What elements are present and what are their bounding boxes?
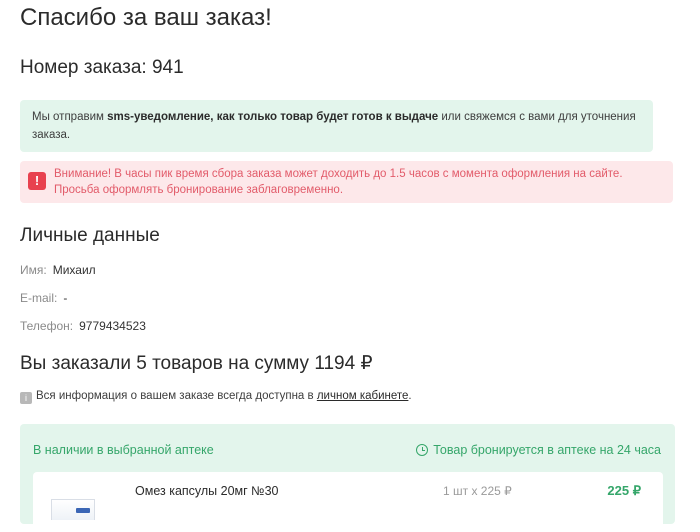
notice-text-before: Мы отправим <box>32 111 108 123</box>
product-name[interactable]: Омез капсулы 20мг №30 <box>135 484 278 498</box>
personal-account-link[interactable]: личном кабинете <box>317 390 409 402</box>
account-info-line: i Вся информация о вашем заказе всегда до… <box>20 390 412 404</box>
account-info-text: Вся информация о вашем заказе всегда дос… <box>36 390 317 402</box>
email-field: E-mail: - <box>20 291 67 305</box>
order-summary-title: Вы заказали 5 товаров на сумму 1194 ₽ <box>20 353 373 374</box>
warning-text: Внимание! В часы пик время сбора заказа … <box>54 168 623 196</box>
name-field: Имя: Михаил <box>20 263 96 277</box>
peak-hours-warning: ! Внимание! В часы пик время сбора заказ… <box>20 161 673 203</box>
phone-label: Телефон: <box>20 319 74 333</box>
phone-field: Телефон: 9779434523 <box>20 319 146 333</box>
reservation-notice: Товар бронируется в аптеке на 24 часа <box>416 443 661 457</box>
clock-icon <box>416 444 429 456</box>
product-row: Омез капсулы 20мг №30 1 шт х 225 ₽ 225 ₽ <box>33 472 663 532</box>
product-price: 225 ₽ <box>607 483 641 498</box>
name-value: Михаил <box>52 263 96 277</box>
in-stock-label: В наличии в выбранной аптеке <box>33 443 214 457</box>
account-info-end: . <box>408 390 412 402</box>
reservation-text: Товар бронируется в аптеке на 24 часа <box>433 443 661 457</box>
personal-data-title: Личные данные <box>20 225 160 246</box>
product-quantity: 1 шт х 225 ₽ <box>443 484 512 498</box>
email-label: E-mail: <box>20 291 58 305</box>
email-value: - <box>63 291 68 305</box>
phone-value: 9779434523 <box>79 319 146 333</box>
info-icon: i <box>20 392 32 404</box>
page-title: Спасибо за ваш заказ! <box>20 4 272 31</box>
sms-notice: Мы отправим sms-уведомление, как только … <box>20 100 653 152</box>
in-stock-section: В наличии в выбранной аптеке Товар брони… <box>20 424 675 532</box>
exclamation-icon: ! <box>28 172 46 190</box>
product-image <box>51 499 95 520</box>
order-number: Номер заказа: 941 <box>20 57 184 78</box>
name-label: Имя: <box>20 263 47 277</box>
notice-bold-text: sms-уведомление, как только товар будет … <box>107 111 439 123</box>
